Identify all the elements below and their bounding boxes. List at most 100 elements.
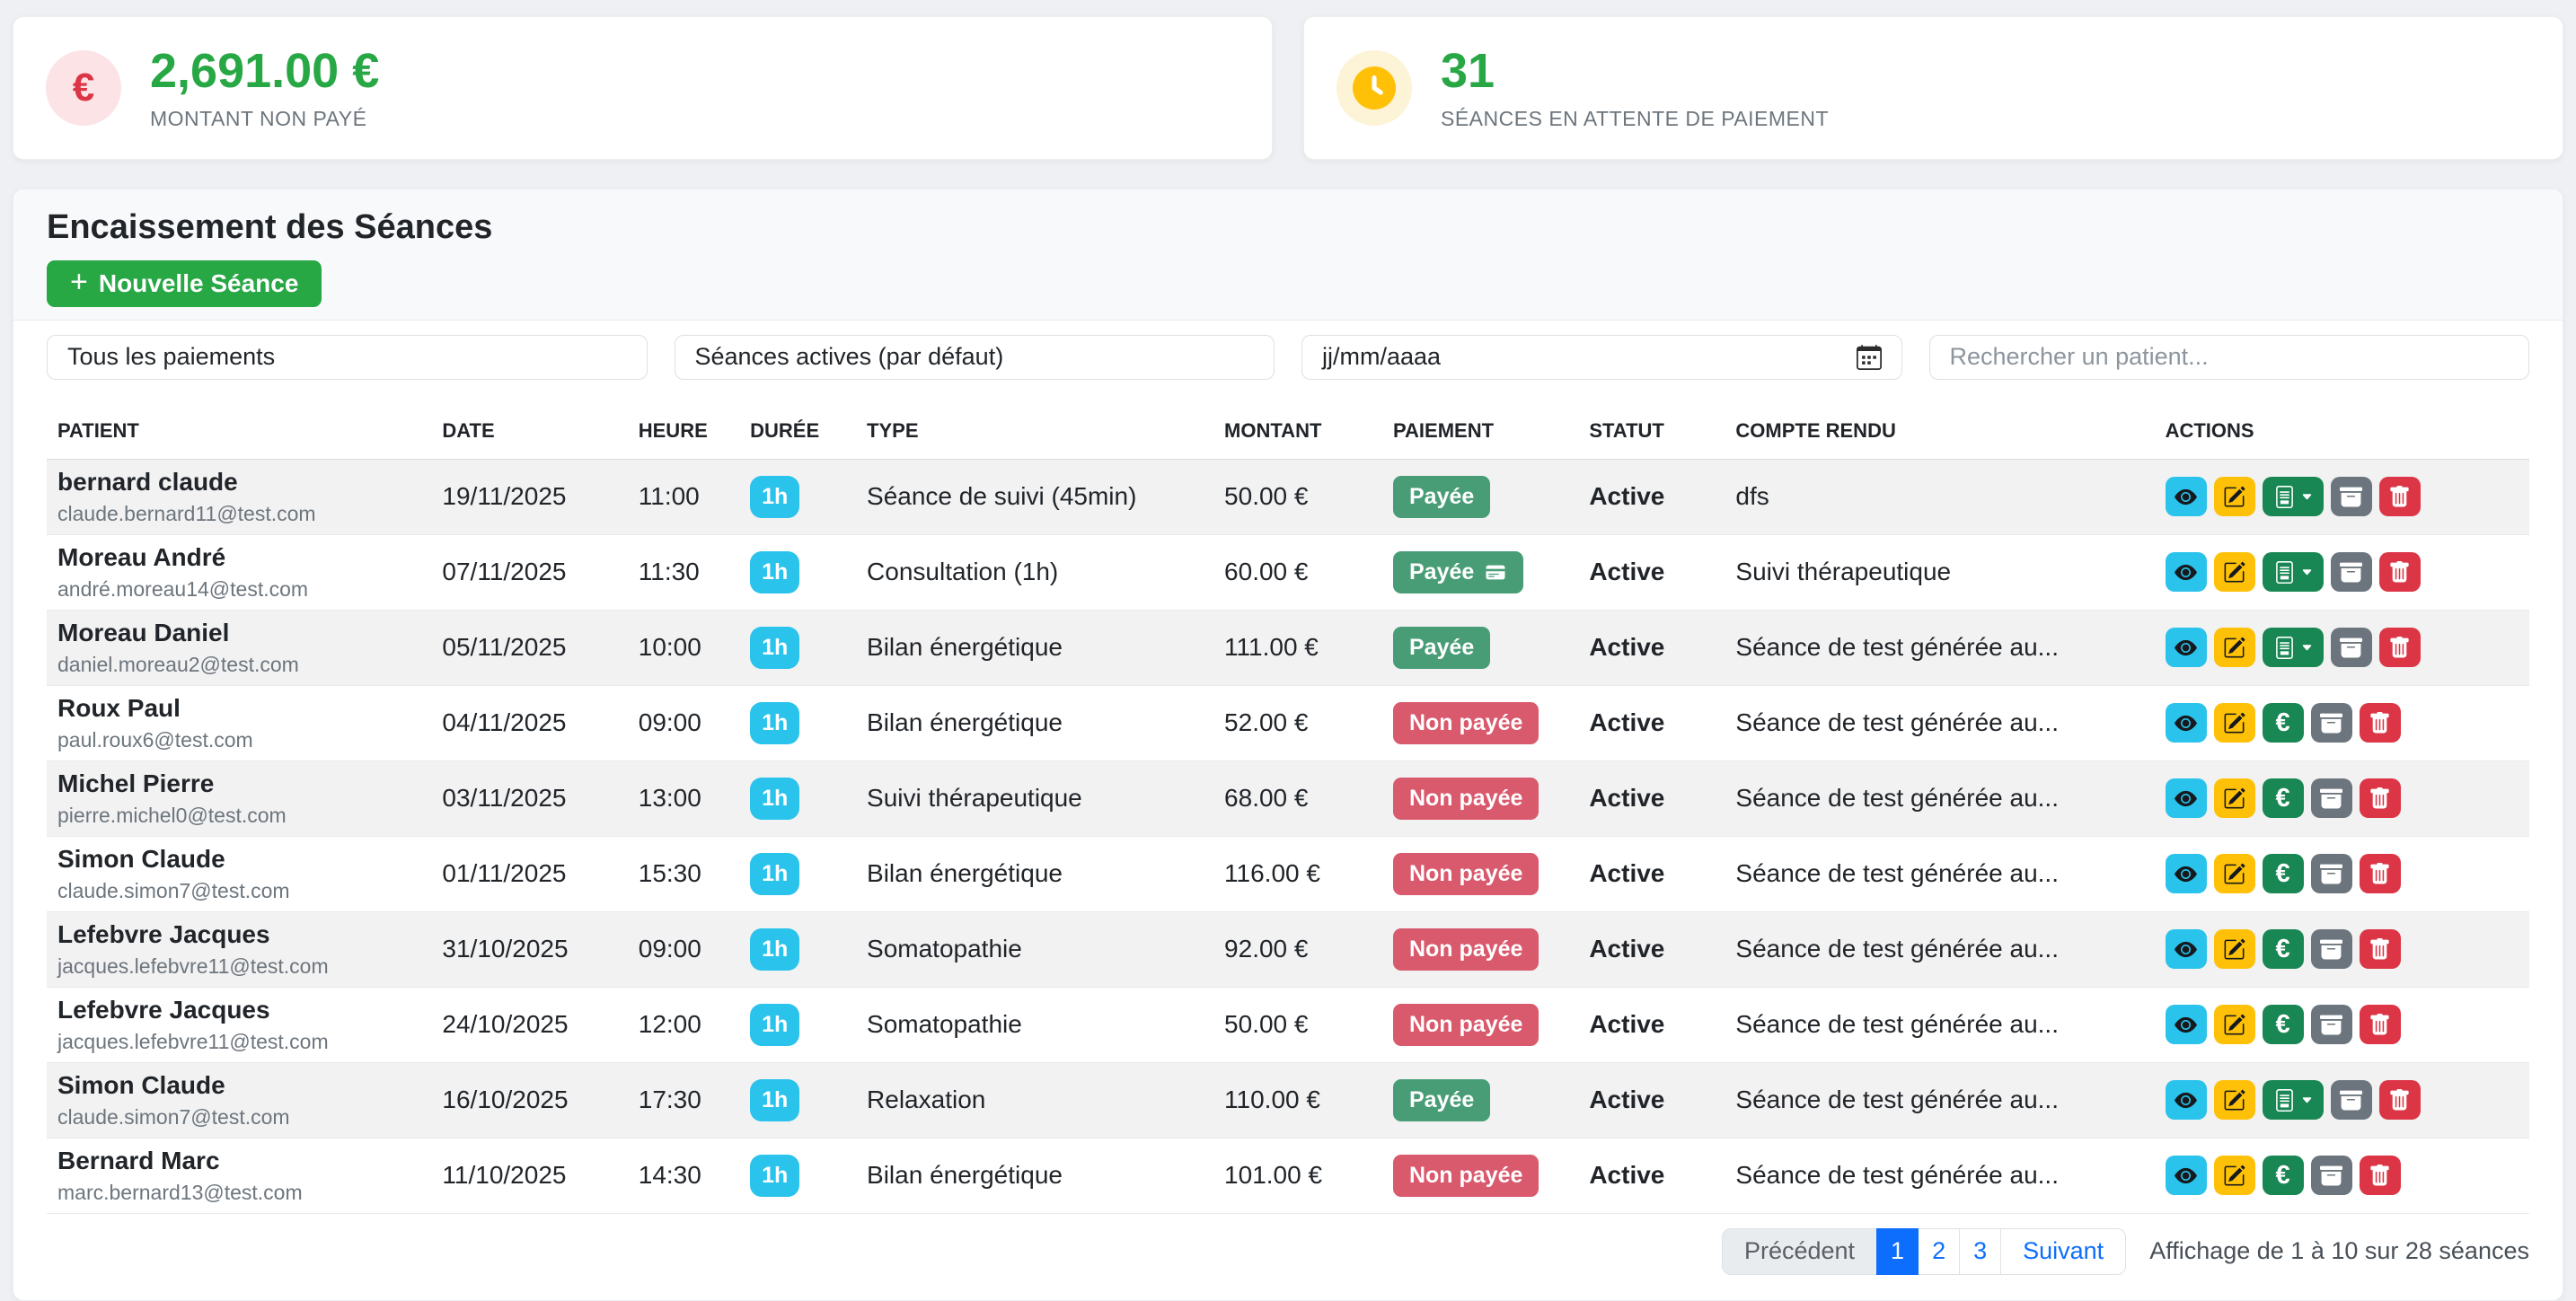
view-button[interactable] xyxy=(2166,552,2207,592)
session-date: 19/11/2025 xyxy=(431,459,627,534)
view-button[interactable] xyxy=(2166,1080,2207,1120)
edit-button[interactable] xyxy=(2214,477,2255,516)
mark-paid-button[interactable]: € xyxy=(2263,1156,2304,1195)
edit-button[interactable] xyxy=(2214,1005,2255,1044)
mark-paid-button[interactable]: € xyxy=(2263,929,2304,969)
edit-button[interactable] xyxy=(2214,1156,2255,1195)
euro-icon: € xyxy=(2275,784,2289,813)
delete-button[interactable] xyxy=(2360,854,2401,893)
duration-badge: 1h xyxy=(750,853,799,895)
sessions-tbody: bernard claude claude.bernard11@test.com… xyxy=(47,459,2529,1213)
row-actions: € xyxy=(2166,854,2519,893)
archive-button[interactable] xyxy=(2311,778,2352,818)
archive-button[interactable] xyxy=(2311,1156,2352,1195)
table-row: bernard claude claude.bernard11@test.com… xyxy=(47,459,2529,534)
delete-button[interactable] xyxy=(2360,1005,2401,1044)
view-button[interactable] xyxy=(2166,929,2207,969)
invoice-menu-button[interactable] xyxy=(2263,1080,2324,1120)
row-actions: € xyxy=(2166,628,2519,667)
session-time: 11:30 xyxy=(628,534,739,610)
delete-button[interactable] xyxy=(2360,929,2401,969)
invoice-menu-button[interactable] xyxy=(2263,628,2324,667)
edit-button[interactable] xyxy=(2214,552,2255,592)
mark-paid-button[interactable]: € xyxy=(2263,854,2304,893)
mark-paid-button[interactable]: € xyxy=(2263,1005,2304,1044)
pencil-square-icon xyxy=(2223,938,2245,961)
view-button[interactable] xyxy=(2166,703,2207,743)
archive-button[interactable] xyxy=(2311,1005,2352,1044)
pagination-previous[interactable]: Précédent xyxy=(1722,1228,1877,1275)
clock-icon xyxy=(1337,50,1412,126)
eye-icon xyxy=(2175,1089,2197,1112)
payment-badge: Payée xyxy=(1393,1079,1490,1121)
archive-icon xyxy=(2320,787,2342,810)
table-row: Moreau André andré.moreau14@test.com 07/… xyxy=(47,534,2529,610)
invoice-menu-button[interactable] xyxy=(2263,552,2324,592)
archive-button[interactable] xyxy=(2311,929,2352,969)
mark-paid-button[interactable]: € xyxy=(2263,703,2304,743)
edit-button[interactable] xyxy=(2214,929,2255,969)
session-report: Séance de test générée au... xyxy=(1725,987,2154,1062)
delete-button[interactable] xyxy=(2379,477,2421,516)
patient-email: claude.simon7@test.com xyxy=(57,877,420,905)
view-button[interactable] xyxy=(2166,628,2207,667)
edit-button[interactable] xyxy=(2214,703,2255,743)
stats-row: € 2,691.00 € MONTANT NON PAYÉ 31 SÉANCES… xyxy=(13,16,2563,160)
session-time: 11:00 xyxy=(628,459,739,534)
patient-email: jacques.lefebvre11@test.com xyxy=(57,953,420,980)
delete-button[interactable] xyxy=(2360,1156,2401,1195)
edit-button[interactable] xyxy=(2214,1080,2255,1120)
session-time: 10:00 xyxy=(628,610,739,685)
view-button[interactable] xyxy=(2166,1005,2207,1044)
archive-button[interactable] xyxy=(2331,1080,2372,1120)
invoice-menu-button[interactable] xyxy=(2263,477,2324,516)
delete-button[interactable] xyxy=(2379,628,2421,667)
view-button[interactable] xyxy=(2166,854,2207,893)
session-type: Suivi thérapeutique xyxy=(856,760,1213,836)
archive-button[interactable] xyxy=(2331,628,2372,667)
session-amount: 60.00 € xyxy=(1213,534,1382,610)
pagination-page-2[interactable]: 2 xyxy=(1918,1228,1960,1275)
pagination-next[interactable]: Suivant xyxy=(2000,1228,2126,1275)
delete-button[interactable] xyxy=(2379,552,2421,592)
edit-button[interactable] xyxy=(2214,628,2255,667)
archive-icon xyxy=(2340,561,2362,584)
session-type: Bilan énergétique xyxy=(856,610,1213,685)
session-time: 09:00 xyxy=(628,911,739,987)
row-actions: € xyxy=(2166,477,2519,516)
new-session-button[interactable]: + Nouvelle Séance xyxy=(47,260,322,307)
pagination-page-3[interactable]: 3 xyxy=(1959,1228,2001,1275)
search-input[interactable] xyxy=(1929,335,2530,380)
delete-button[interactable] xyxy=(2379,1080,2421,1120)
eye-icon xyxy=(2175,1165,2197,1187)
pagination-page-1[interactable]: 1 xyxy=(1876,1228,1919,1275)
delete-button[interactable] xyxy=(2360,778,2401,818)
archive-button[interactable] xyxy=(2331,552,2372,592)
session-date: 24/10/2025 xyxy=(431,987,627,1062)
table-row: Lefebvre Jacques jacques.lefebvre11@test… xyxy=(47,987,2529,1062)
view-button[interactable] xyxy=(2166,1156,2207,1195)
col-header-time: HEURE xyxy=(628,401,739,460)
session-amount: 101.00 € xyxy=(1213,1138,1382,1213)
session-report: dfs xyxy=(1725,459,2154,534)
view-button[interactable] xyxy=(2166,477,2207,516)
archive-icon xyxy=(2320,938,2342,961)
trash-icon xyxy=(2388,637,2411,659)
status-filter-select[interactable]: Séances actives (par défaut) xyxy=(675,335,1275,380)
delete-button[interactable] xyxy=(2360,703,2401,743)
panel-body: Tous les paiements Séances actives (par … xyxy=(13,321,2563,1300)
edit-button[interactable] xyxy=(2214,778,2255,818)
archive-button[interactable] xyxy=(2311,854,2352,893)
edit-button[interactable] xyxy=(2214,854,2255,893)
table-row: Simon Claude claude.simon7@test.com 16/1… xyxy=(47,1062,2529,1138)
archive-button[interactable] xyxy=(2331,477,2372,516)
patient-email: claude.bernard11@test.com xyxy=(57,500,420,528)
patient-email: daniel.moreau2@test.com xyxy=(57,651,420,679)
mark-paid-button[interactable]: € xyxy=(2263,778,2304,818)
date-filter-input[interactable]: jj/mm/aaaa xyxy=(1301,335,1902,380)
payment-filter-select[interactable]: Tous les paiements xyxy=(47,335,648,380)
archive-button[interactable] xyxy=(2311,703,2352,743)
trash-icon xyxy=(2369,1014,2391,1036)
view-button[interactable] xyxy=(2166,778,2207,818)
trash-icon xyxy=(2369,1165,2391,1187)
